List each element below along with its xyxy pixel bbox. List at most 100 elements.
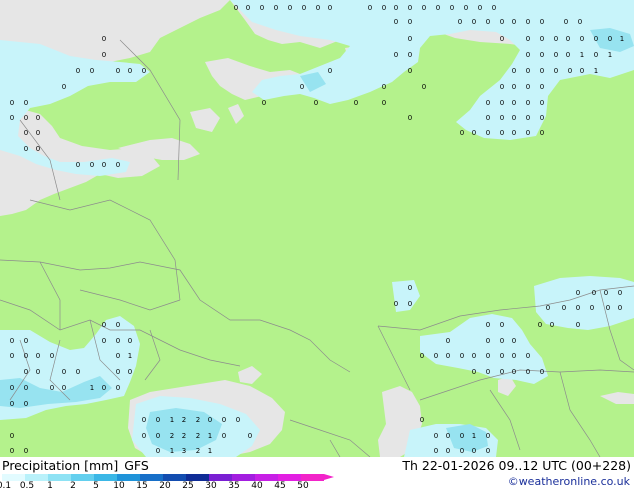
precip-value-label: 0 [578, 18, 582, 26]
precip-value-label: 0 [408, 4, 412, 12]
precip-value-label: 0 [316, 4, 320, 12]
precip-value-label: 0 [554, 35, 558, 43]
precip-value-label: 0 [76, 368, 80, 376]
precip-value-label: 0 [478, 4, 482, 12]
precip-value-label: 0 [486, 129, 490, 137]
precip-value-label: 0 [576, 321, 580, 329]
precip-value-label: 0 [540, 99, 544, 107]
precip-value-label: 1 [90, 384, 94, 392]
precip-value-label: 0 [36, 368, 40, 376]
legend-swatch [117, 474, 140, 481]
legend-swatch [163, 474, 186, 481]
precip-value-label: 0 [594, 51, 598, 59]
precip-value-label: 0 [540, 83, 544, 91]
precip-value-label: 0 [90, 67, 94, 75]
precip-value-label: 3 [182, 447, 186, 455]
precip-value-label: 0 [102, 51, 106, 59]
precip-value-label: 0 [546, 304, 550, 312]
precip-value-label: 0 [408, 300, 412, 308]
precip-value-label: 0 [526, 18, 530, 26]
precip-value-label: 0 [302, 4, 306, 12]
precip-value-label: 1 [170, 416, 174, 424]
precip-value-label: 0 [142, 432, 146, 440]
precip-value-label: 0 [288, 4, 292, 12]
precip-value-label: 0 [526, 368, 530, 376]
precip-value-label: 0 [580, 67, 584, 75]
precip-value-label: 0 [394, 18, 398, 26]
precip-value-label: 0 [446, 447, 450, 455]
precip-value-label: 0 [576, 289, 580, 297]
precip-value-label: 2 [196, 432, 200, 440]
precip-value-label: 0 [540, 18, 544, 26]
precip-value-label: 0 [116, 368, 120, 376]
precip-value-label: 0 [328, 4, 332, 12]
precip-value-label: 0 [408, 67, 412, 75]
precip-value-label: 0 [102, 384, 106, 392]
precip-value-label: 0 [24, 400, 28, 408]
precip-value-label: 0 [116, 67, 120, 75]
precip-value-label: 0 [590, 304, 594, 312]
precip-value-label: 0 [554, 67, 558, 75]
precip-value-label: 0 [434, 352, 438, 360]
precip-value-label: 0 [500, 35, 504, 43]
precip-value-label: 0 [408, 35, 412, 43]
precip-value-label: 0 [116, 352, 120, 360]
precip-value-label: 0 [618, 289, 622, 297]
precip-value-label: 0 [24, 129, 28, 137]
precip-value-label: 0 [222, 432, 226, 440]
precip-value-label: 0 [10, 384, 14, 392]
precip-value-label: 0 [526, 114, 530, 122]
precip-value-label: 0 [102, 35, 106, 43]
legend-swatch [2, 474, 25, 481]
precip-value-label: 0 [24, 447, 28, 455]
precip-value-label: 0 [446, 352, 450, 360]
model-name: GFS [124, 458, 149, 473]
legend-swatch [25, 474, 48, 481]
precip-value-label: 0 [62, 83, 66, 91]
copyright-link[interactable]: ©weatheronline.co.uk [508, 475, 630, 488]
precip-value-label: 0 [512, 352, 516, 360]
precip-value-label: 0 [10, 337, 14, 345]
precip-value-label: 0 [512, 129, 516, 137]
precip-value-label: 0 [246, 4, 250, 12]
precip-value-label: 0 [328, 67, 332, 75]
legend-title-text: Precipitation [mm] [2, 458, 119, 473]
precip-value-label: 0 [408, 51, 412, 59]
precip-value-label: 0 [472, 368, 476, 376]
precip-value-label: 0 [10, 352, 14, 360]
precip-value-label: 0 [604, 289, 608, 297]
precip-value-label: 0 [512, 337, 516, 345]
precip-value-label: 0 [566, 51, 570, 59]
precip-value-label: 0 [382, 83, 386, 91]
precip-value-label: 0 [472, 18, 476, 26]
precip-value-label: 0 [486, 99, 490, 107]
precip-value-label: 0 [354, 99, 358, 107]
legend-swatch [278, 474, 301, 481]
precip-value-label: 0 [486, 368, 490, 376]
precip-value-label: 0 [24, 384, 28, 392]
precipitation-map[interactable]: 0000000000000000000000000000000000000001… [0, 0, 634, 457]
precip-value-label: 0 [234, 4, 238, 12]
precip-value-label: 0 [408, 284, 412, 292]
precip-value-label: 0 [142, 416, 146, 424]
precip-value-label: 0 [116, 161, 120, 169]
precip-value-label: 1 [208, 447, 212, 455]
precip-value-label: 0 [540, 368, 544, 376]
precip-value-label: 0 [486, 114, 490, 122]
precip-value-label: 0 [526, 99, 530, 107]
precip-value-label: 0 [512, 99, 516, 107]
precip-value-label: 1 [208, 432, 212, 440]
precip-value-label: 0 [24, 368, 28, 376]
precip-value-label: 0 [594, 35, 598, 43]
precip-value-label: 0 [526, 83, 530, 91]
precip-value-label: 0 [512, 18, 516, 26]
precip-value-label: 0 [526, 129, 530, 137]
precip-value-label: 0 [62, 368, 66, 376]
precip-value-label: 0 [512, 83, 516, 91]
precip-value-label: 1 [608, 51, 612, 59]
precip-value-label: 0 [608, 35, 612, 43]
precip-value-label: 0 [24, 145, 28, 153]
precip-value-label: 0 [526, 67, 530, 75]
precip-value-label: 0 [540, 67, 544, 75]
precip-value-label: 0 [562, 304, 566, 312]
